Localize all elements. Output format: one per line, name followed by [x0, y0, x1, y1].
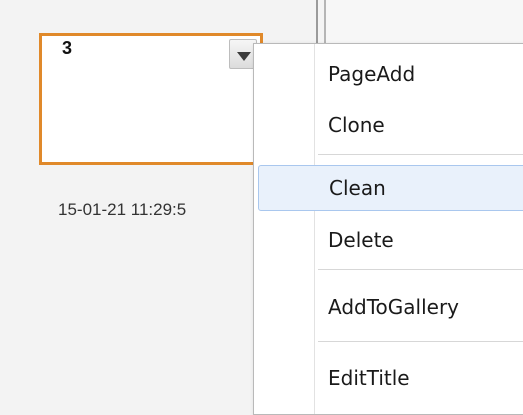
chevron-down-icon	[237, 52, 251, 61]
menu-item-page-add[interactable]: PageAdd	[258, 51, 523, 97]
page-thumbnail[interactable]: 3	[39, 33, 263, 165]
menu-item-clean[interactable]: Clean	[258, 165, 523, 211]
menu-separator	[318, 341, 523, 342]
menu-item-edit-title[interactable]: EditTitle	[258, 355, 523, 401]
menu-separator	[318, 154, 523, 155]
page-timestamp: 15-01-21 11:29:5	[58, 200, 187, 219]
page-number: 3	[62, 38, 73, 58]
menu-item-add-to-gallery[interactable]: AddToGallery	[258, 284, 523, 330]
context-menu: PageAdd Clone Clean Delete AddToGallery …	[253, 43, 523, 415]
menu-separator	[318, 269, 523, 270]
menu-item-delete[interactable]: Delete	[258, 217, 523, 263]
menu-item-clone[interactable]: Clone	[258, 102, 523, 148]
